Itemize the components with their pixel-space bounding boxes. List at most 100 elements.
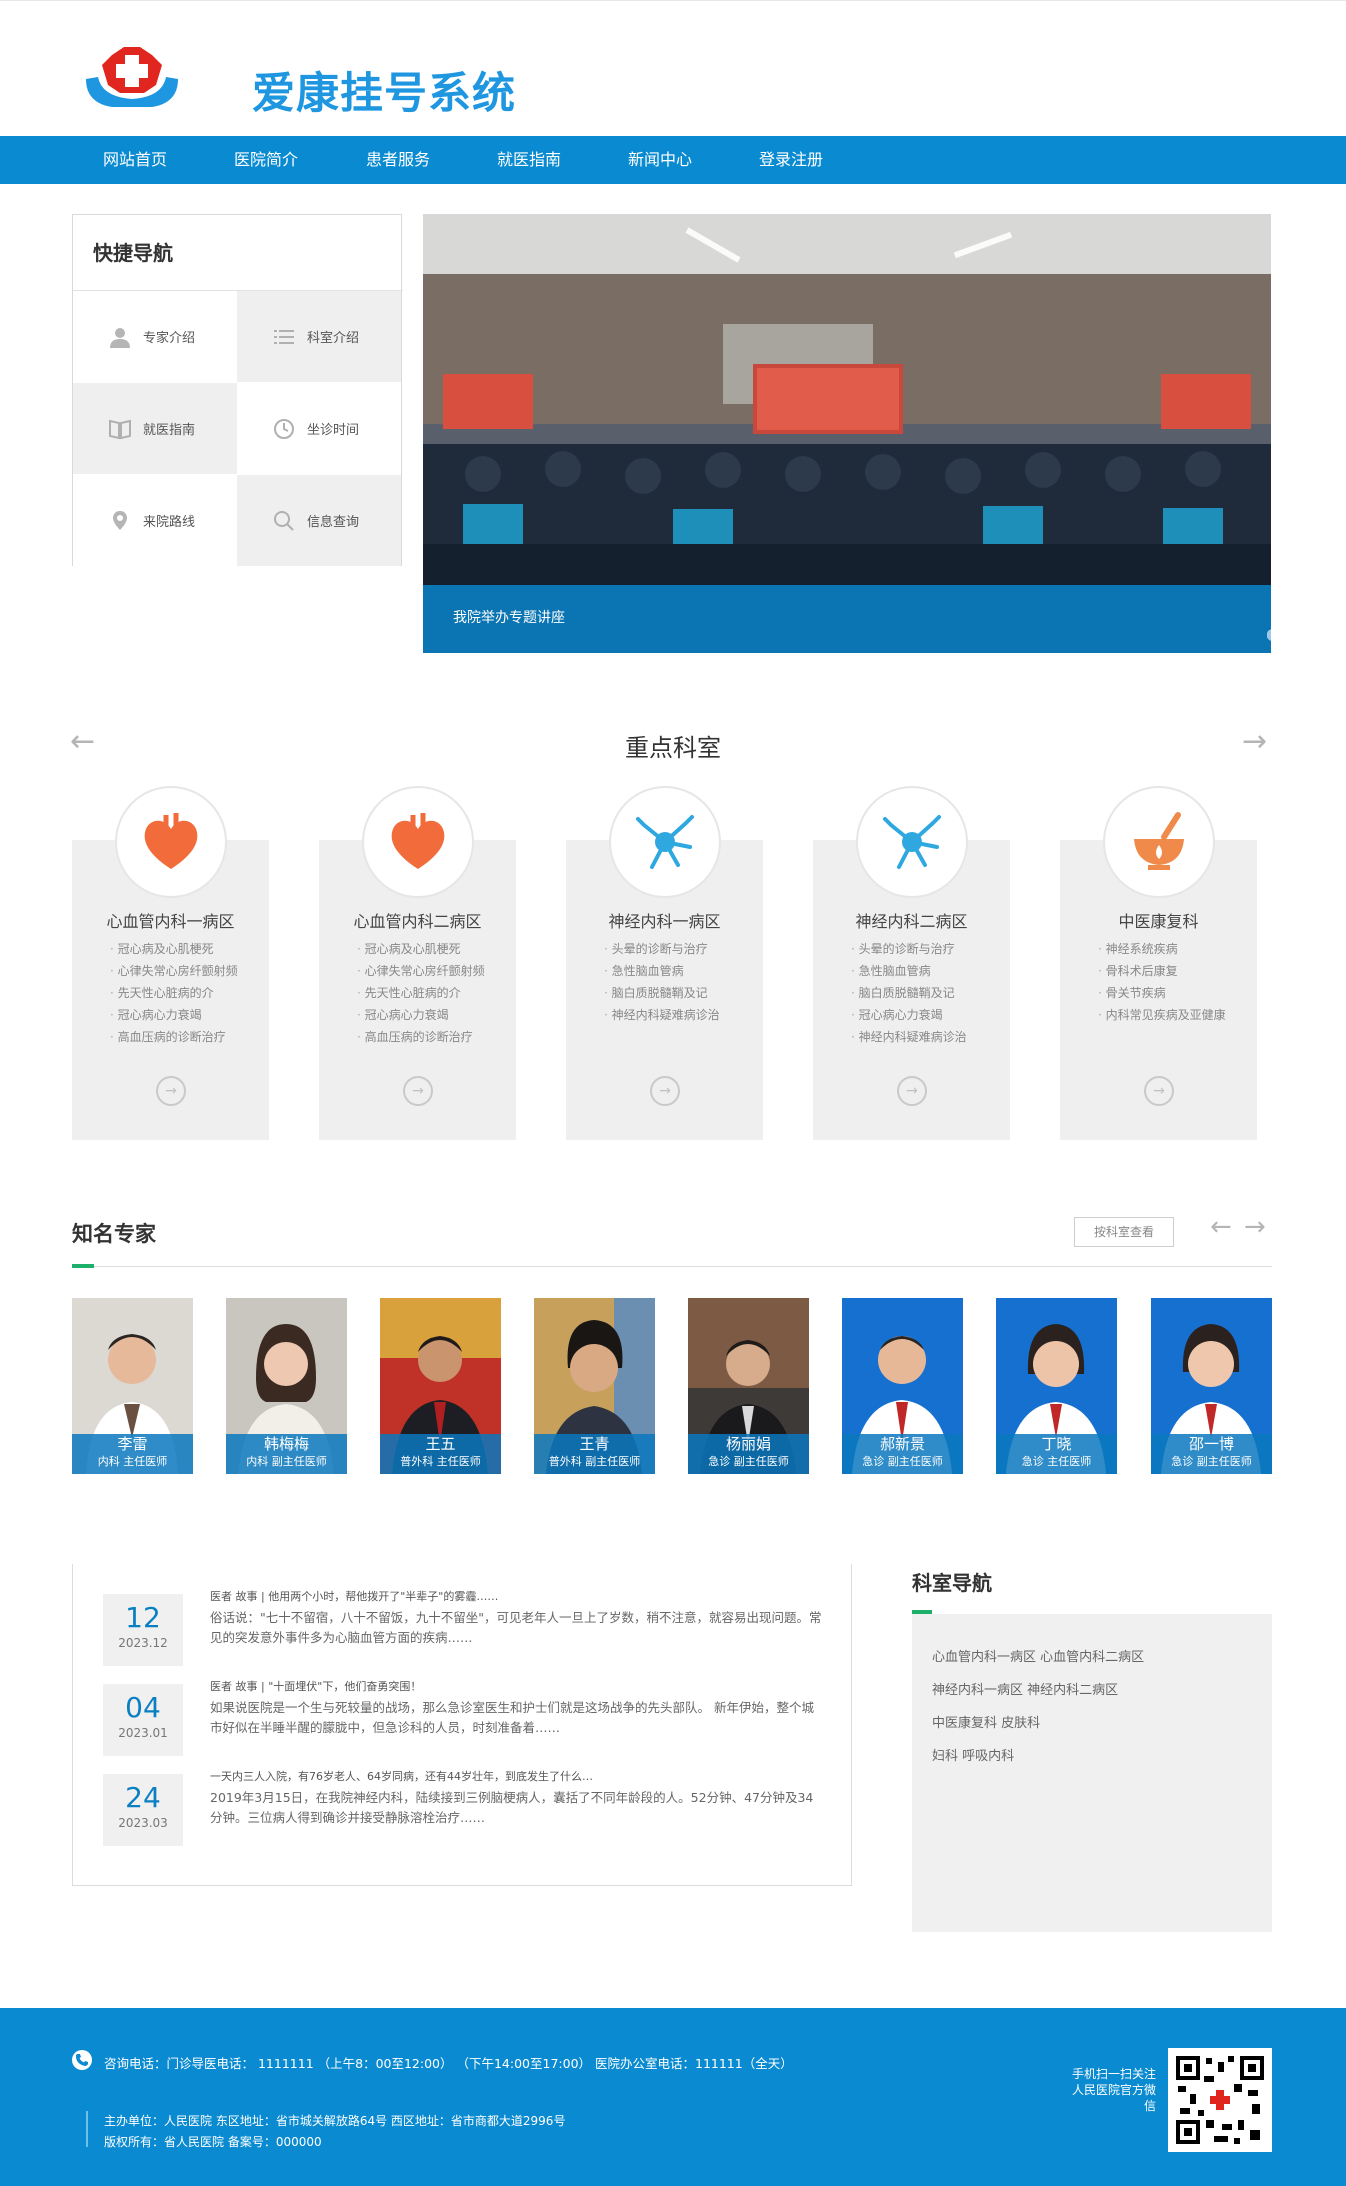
expert-name: 韩梅梅 xyxy=(263,1435,309,1453)
dept-section-title: 重点科室 xyxy=(625,734,721,762)
expert-card[interactable]: 王青 普外科 副主任医师 xyxy=(534,1298,655,1474)
dept-nav-panel: 心血管内科一病区 心血管内科二病区 神经内科一病区 神经内科二病区 中医康复科 … xyxy=(912,1614,1272,1932)
nav-patient-service[interactable]: 患者服务 xyxy=(343,136,453,184)
qr-code xyxy=(1168,2048,1272,2152)
arrow-right-circle-icon[interactable]: → xyxy=(650,1076,680,1106)
quick-guide[interactable]: 就医指南 xyxy=(73,383,237,474)
dept-card[interactable]: 心血管内科二病区 冠心病及心肌梗死 心律失常心房纤颤射频 先天性心脏病的介 冠心… xyxy=(319,786,516,1140)
quick-route[interactable]: 来院路线 xyxy=(73,475,237,566)
quick-schedule[interactable]: 坐诊时间 xyxy=(237,383,401,474)
expert-name: 丁晓 xyxy=(1041,1435,1072,1453)
news-title[interactable]: 医者 故事 | "十面埋伏"下，他们奋勇突围！ xyxy=(210,1678,421,1694)
dept-list-item: 急性脑血管病 xyxy=(604,960,759,982)
footer: 咨询电话：门诊导医电话： 1111111 （上午8：00至12:00） （下午1… xyxy=(0,2008,1346,2186)
expert-role: 急诊 副主任医师 xyxy=(1171,1455,1252,1468)
dept-next-arrow-icon[interactable]: → xyxy=(1242,724,1267,759)
dept-list-item: 脑白质脱髓鞘及记 xyxy=(851,982,1006,1004)
footer-address: 主办单位：人民医院 东区地址：省市城关解放路64号 西区地址：省市商都大道299… xyxy=(104,2114,566,2128)
dept-card[interactable]: 心血管内科一病区 冠心病及心肌梗死 心律失常心房纤颤射频 先天性心脏病的介 冠心… xyxy=(72,786,269,1140)
expert-card[interactable]: 杨丽娟 急诊 副主任医师 xyxy=(688,1298,809,1474)
view-by-dept-button[interactable]: 按科室查看 xyxy=(1074,1217,1174,1247)
dept-list-item: 高血压病的诊断治疗 xyxy=(357,1026,512,1048)
news-month: 2023.03 xyxy=(118,1816,168,1830)
nav-home[interactable]: 网站首页 xyxy=(80,136,190,184)
heart-icon xyxy=(115,786,227,898)
quick-label: 来院路线 xyxy=(143,515,196,530)
dept-name: 神经内科二病区 xyxy=(855,912,968,931)
expert-caption: 王五 普外科 主任医师 xyxy=(380,1434,501,1474)
news-date: 24 2023.03 xyxy=(103,1774,183,1846)
news-item[interactable]: 24 2023.03 一天内三人入院，有76岁老人、64岁同病，还有44岁壮年，… xyxy=(103,1770,833,1858)
dept-nav-row[interactable]: 心血管内科一病区 心血管内科二病区 xyxy=(932,1646,1144,1665)
news-month: 2023.01 xyxy=(118,1726,168,1740)
expert-role: 急诊 主任医师 xyxy=(1021,1455,1092,1468)
heart-icon xyxy=(362,786,474,898)
dept-list-item: 神经内科疑难病诊治 xyxy=(604,1004,759,1026)
expert-caption: 王青 普外科 副主任医师 xyxy=(534,1434,655,1474)
header: 爱康挂号系统 xyxy=(0,0,1346,136)
dept-list-item: 神经系统疾病 xyxy=(1098,938,1253,960)
experts-divider xyxy=(72,1266,1272,1267)
dept-name: 神经内科一病区 xyxy=(608,912,721,931)
expert-card[interactable]: 李雷 内科 主任医师 xyxy=(72,1298,193,1474)
dept-list-item: 先天性心脏病的介 xyxy=(110,982,265,1004)
dept-list-item: 骨科术后康复 xyxy=(1098,960,1253,982)
dept-card[interactable]: 神经内科二病区 头晕的诊断与治疗 急性脑血管病 脑白质脱髓鞘及记 冠心病心力衰竭… xyxy=(813,786,1010,1140)
quick-label: 坐诊时间 xyxy=(307,423,360,438)
expert-name: 李雷 xyxy=(117,1435,148,1453)
nav-hospital-intro[interactable]: 医院简介 xyxy=(211,136,321,184)
dept-nav-row[interactable]: 神经内科一病区 神经内科二病区 xyxy=(932,1679,1118,1698)
dept-list-item: 高血压病的诊断治疗 xyxy=(110,1026,265,1048)
expert-card[interactable]: 郝新景 急诊 副主任医师 xyxy=(842,1298,963,1474)
news-item[interactable]: 04 2023.01 医者 故事 | "十面埋伏"下，他们奋勇突围！ 如果说医院… xyxy=(103,1680,833,1768)
quick-nav-grid: 专家介绍 科室介绍 就医指南 坐诊时间 来院路线 信息查询 xyxy=(73,290,403,566)
quick-dept-intro[interactable]: 科室介绍 xyxy=(237,291,401,382)
news-item[interactable]: 12 2023.12 医者 故事 | 他用两个小时，帮他拨开了"半辈子"的雾霾…… xyxy=(103,1590,833,1678)
search-icon xyxy=(271,508,297,534)
experts-next-arrow-icon[interactable]: → xyxy=(1244,1212,1266,1242)
arrow-right-circle-icon[interactable]: → xyxy=(897,1076,927,1106)
nav-news[interactable]: 新闻中心 xyxy=(605,136,715,184)
experts-prev-arrow-icon[interactable]: ← xyxy=(1210,1212,1232,1242)
dept-card[interactable]: 中医康复科 神经系统疾病 骨科术后康复 骨关节疾病 内科常见疾病及亚健康 → xyxy=(1060,786,1257,1140)
expert-role: 内科 副主任医师 xyxy=(246,1455,327,1468)
quick-nav-panel: 快捷导航 专家介绍 科室介绍 就医指南 坐诊时间 来院路线 信息查询 xyxy=(72,214,403,566)
banner-dot[interactable] xyxy=(1267,629,1271,641)
news-title[interactable]: 医者 故事 | 他用两个小时，帮他拨开了"半辈子"的雾霾…… xyxy=(210,1588,498,1604)
expert-card[interactable]: 韩梅梅内科 副主任医师 xyxy=(226,1298,347,1474)
book-icon xyxy=(107,416,133,442)
footer-divider xyxy=(86,2111,88,2147)
quick-search[interactable]: 信息查询 xyxy=(237,475,401,566)
news-day: 12 xyxy=(125,1601,161,1634)
arrow-right-circle-icon[interactable]: → xyxy=(403,1076,433,1106)
expert-card[interactable]: 丁晓 急诊 主任医师 xyxy=(996,1298,1117,1474)
list-icon xyxy=(271,324,297,350)
dept-list-item: 心律失常心房纤颤射频 xyxy=(357,960,512,982)
news-day: 24 xyxy=(125,1781,161,1814)
mortar-icon xyxy=(1103,786,1215,898)
expert-name: 王青 xyxy=(579,1435,610,1453)
nav-guide[interactable]: 就医指南 xyxy=(474,136,584,184)
expert-caption: 韩梅梅内科 副主任医师 xyxy=(226,1434,347,1474)
neuron-icon xyxy=(856,786,968,898)
dept-nav-row[interactable]: 妇科 呼吸内科 xyxy=(932,1745,1014,1764)
news-date: 12 2023.12 xyxy=(103,1594,183,1666)
expert-card[interactable]: 邵一博 急诊 副主任医师 xyxy=(1151,1298,1272,1474)
qr-text-line: 信 xyxy=(1143,2099,1156,2113)
news-title[interactable]: 一天内三人入院，有76岁老人、64岁同病，还有44岁壮年，到底发生了什么… xyxy=(210,1768,593,1784)
dept-name: 心血管内科一病区 xyxy=(106,912,235,931)
footer-phone: 咨询电话：门诊导医电话： 1111111 （上午8：00至12:00） （下午1… xyxy=(104,2056,793,2071)
news-panel: 12 2023.12 医者 故事 | 他用两个小时，帮他拨开了"半辈子"的雾霾…… xyxy=(72,1564,852,1886)
arrow-right-circle-icon[interactable]: → xyxy=(1144,1076,1174,1106)
banner-slideshow[interactable]: 我院举办专题讲座 xyxy=(423,214,1271,653)
dept-prev-arrow-icon[interactable]: ← xyxy=(70,724,95,759)
user-icon xyxy=(107,324,133,350)
nav-login[interactable]: 登录注册 xyxy=(736,136,846,184)
arrow-right-circle-icon[interactable]: → xyxy=(156,1076,186,1106)
dept-nav-row[interactable]: 中医康复科 皮肤科 xyxy=(932,1712,1040,1731)
quick-expert-intro[interactable]: 专家介绍 xyxy=(73,291,237,382)
expert-card[interactable]: 王五 普外科 主任医师 xyxy=(380,1298,501,1474)
experts-accent-bar xyxy=(72,1264,94,1268)
dept-card[interactable]: 神经内科一病区 头晕的诊断与治疗 急性脑血管病 脑白质脱髓鞘及记 神经内科疑难病… xyxy=(566,786,763,1140)
banner-photo xyxy=(423,214,1271,585)
